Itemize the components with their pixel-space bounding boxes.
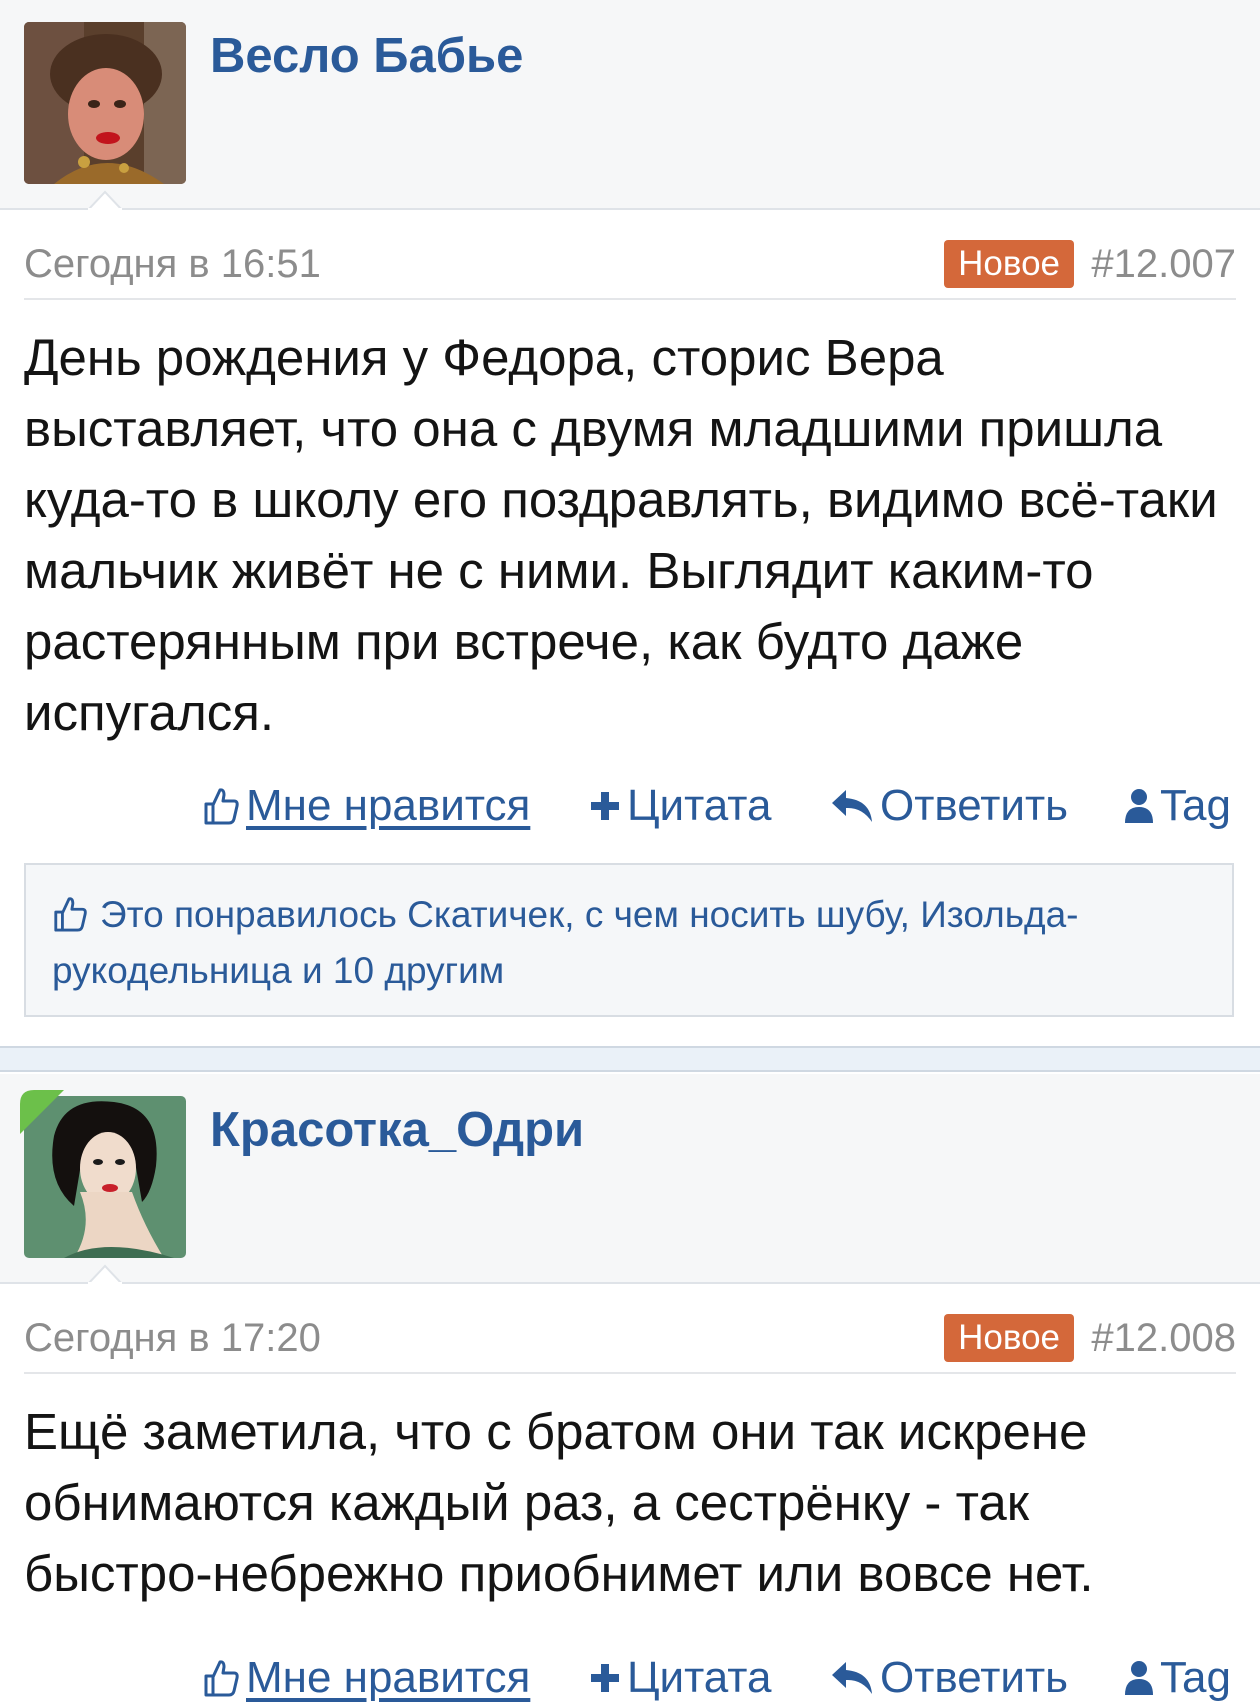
new-badge: Новое [944, 240, 1074, 288]
quote-label: Цитата [627, 781, 772, 830]
plus-icon [591, 792, 619, 820]
new-badge: Новое [944, 1314, 1074, 1362]
likes-summary: Это понравилось Скатичек, с чем носить ш… [24, 863, 1234, 1017]
avatar-pointer [88, 1264, 122, 1284]
quote-button[interactable]: Цитата [589, 776, 771, 836]
post-number[interactable]: #12.008 [1091, 1316, 1236, 1361]
reply-arrow-icon [832, 790, 872, 822]
like-button[interactable]: Мне нравится [202, 1648, 530, 1708]
like-button[interactable]: Мне нравится [202, 776, 530, 836]
post-header: Весло Бабье [0, 0, 1260, 210]
plus-icon [591, 1664, 619, 1692]
tag-label: Tag [1160, 781, 1231, 830]
post-body: Ещё заметила, что с братом они так искре… [24, 1403, 1094, 1602]
post-body: День рождения у Федора, сторис Вера выст… [24, 329, 1218, 741]
post-actions: Мне нравится Цитата Ответить Tag [0, 776, 1260, 836]
like-label: Мне нравится [246, 781, 531, 830]
username[interactable]: Красотка_Одри [210, 1102, 584, 1158]
avatar-pointer [88, 190, 122, 210]
quote-label: Цитата [627, 1653, 772, 1702]
thumbs-up-icon [54, 897, 87, 932]
post-meta: Сегодня в 17:20 Новое #12.008 [24, 1306, 1236, 1374]
user-icon [1125, 1661, 1153, 1695]
avatar-image [24, 22, 186, 184]
tag-button[interactable]: Tag [1124, 1648, 1231, 1708]
reply-label: Ответить [880, 781, 1069, 830]
reply-button[interactable]: Ответить [830, 1648, 1068, 1708]
post-date[interactable]: Сегодня в 16:51 [24, 242, 321, 287]
post-actions: Мне нравится Цитата Ответить Tag [0, 1648, 1260, 1708]
post-meta: Сегодня в 16:51 Новое #12.007 [24, 232, 1236, 300]
tag-label: Tag [1160, 1653, 1231, 1702]
likes-summary-text[interactable]: Это понравилось Скатичек, с чем носить ш… [52, 887, 1212, 999]
post-number[interactable]: #12.007 [1091, 242, 1236, 287]
status-corner-icon [20, 1090, 64, 1134]
user-avatar[interactable] [24, 22, 186, 184]
username[interactable]: Весло Бабье [210, 28, 523, 84]
reply-button[interactable]: Ответить [830, 776, 1068, 836]
quote-button[interactable]: Цитата [589, 1648, 771, 1708]
header-divider [0, 1282, 1260, 1284]
post-header: Красотка_Одри [0, 1074, 1260, 1284]
tag-button[interactable]: Tag [1124, 776, 1231, 836]
post-separator [0, 1046, 1260, 1072]
post-date[interactable]: Сегодня в 17:20 [24, 1316, 321, 1361]
like-label: Мне нравится [246, 1653, 531, 1702]
reply-label: Ответить [880, 1653, 1069, 1702]
user-icon [1125, 789, 1153, 823]
thumbs-up-icon [204, 1660, 239, 1697]
reply-arrow-icon [832, 1662, 872, 1694]
header-divider [0, 208, 1260, 210]
thumbs-up-icon [204, 788, 239, 825]
likes-summary-label: Это понравилось Скатичек, с чем носить ш… [52, 894, 1079, 991]
